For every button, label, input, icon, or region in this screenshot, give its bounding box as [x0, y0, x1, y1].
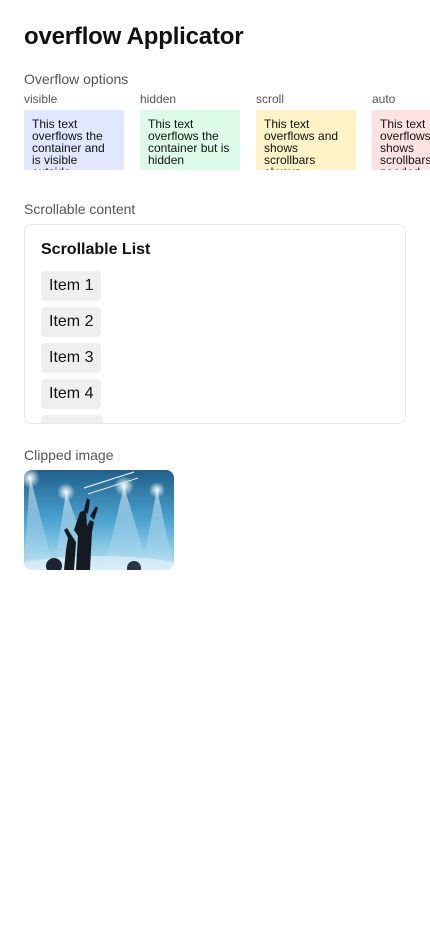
- overflow-demo-box[interactable]: This text overflows and shows scrollbars…: [256, 110, 356, 170]
- page: overflow Applicator Overflow options vis…: [0, 0, 430, 934]
- overflow-option-scroll: scroll This text overflows and shows scr…: [256, 92, 356, 170]
- option-caption: auto: [372, 92, 396, 106]
- overflow-demo-box: This text overflows the container and is…: [24, 110, 124, 170]
- page-title: overflow Applicator: [24, 23, 244, 50]
- scrollable-list-container[interactable]: Scrollable List Item 1 Item 2 Item 3 Ite…: [24, 224, 406, 424]
- overflow-options-label: Overflow options: [24, 71, 129, 87]
- concert-image: [24, 470, 174, 570]
- list-item: Item 1: [41, 271, 102, 301]
- overflow-option-auto: auto This text overflows and shows scrol…: [372, 92, 430, 170]
- overflow-options-row: visible This text overflows the containe…: [24, 92, 430, 172]
- list-item: Item 4: [41, 379, 102, 409]
- list-item: Item 3: [41, 343, 102, 373]
- list-item: Item 2: [41, 307, 102, 337]
- clipped-image: [24, 470, 174, 570]
- overflow-demo-box[interactable]: This text overflows and shows scrollbars…: [372, 110, 430, 170]
- overflow-demo-box: This text overflows the container but is…: [140, 110, 240, 170]
- scrollable-content-label: Scrollable content: [24, 201, 136, 217]
- overflow-option-hidden: hidden This text overflows the container…: [140, 92, 240, 170]
- clipped-image-label: Clipped image: [24, 447, 114, 463]
- list-item: Item 5: [41, 415, 103, 423]
- option-caption: visible: [24, 92, 58, 106]
- overflow-option-visible: visible This text overflows the containe…: [24, 92, 124, 170]
- option-caption: scroll: [256, 92, 285, 106]
- scrollable-list-heading: Scrollable List: [41, 241, 151, 258]
- option-caption: hidden: [140, 92, 177, 106]
- scrollable-list: Item 1 Item 2 Item 3 Item 4 Item 5: [41, 271, 103, 423]
